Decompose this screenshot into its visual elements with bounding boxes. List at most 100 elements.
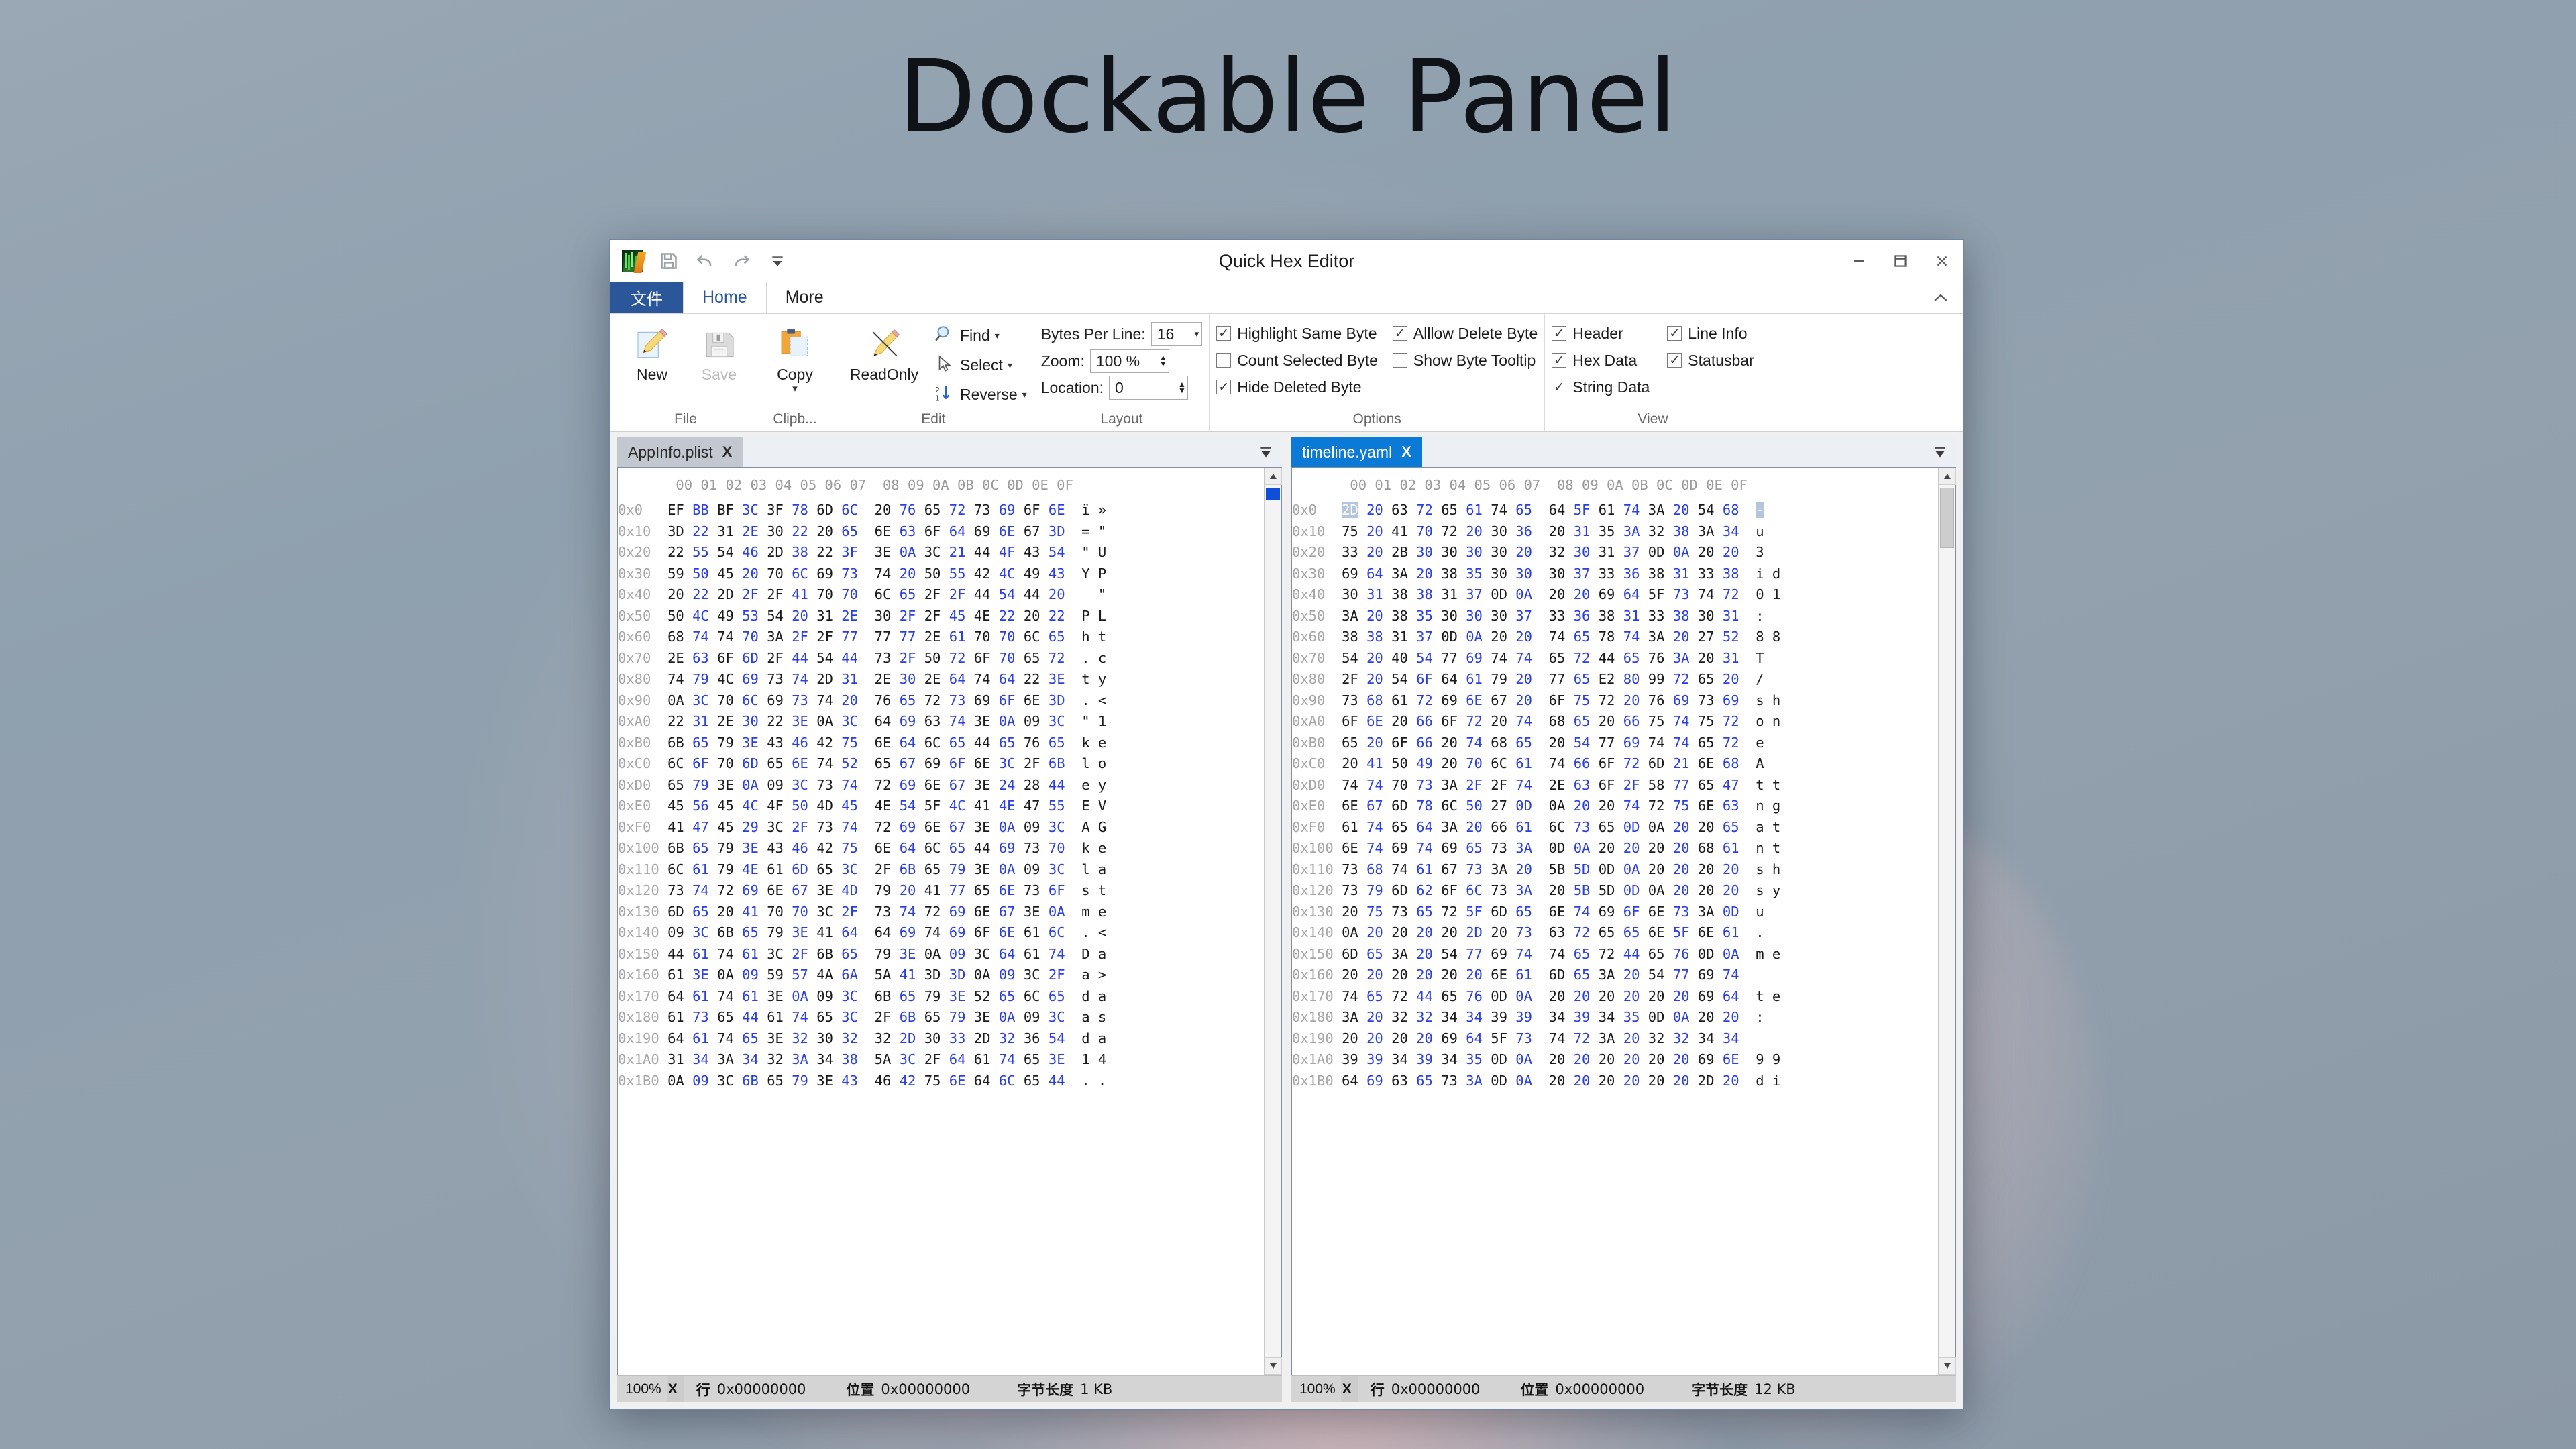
hex-byte[interactable]: 0D (1723, 904, 1739, 920)
hex-byte[interactable]: 74 (792, 671, 808, 687)
hex-byte[interactable]: 20 (1549, 988, 1566, 1004)
hex-byte[interactable]: 20 (1491, 629, 1507, 645)
hex-byte[interactable]: 33 (1698, 566, 1715, 582)
hex-byte[interactable]: 20 (1648, 1051, 1665, 1067)
hex-byte[interactable]: 6E (924, 777, 941, 793)
hex-byte[interactable]: 38 (841, 1051, 858, 1067)
hex-byte[interactable]: 72 (1723, 586, 1739, 602)
hex-row[interactable]: 0x170 64 61 74 61 3E 0A 09 3C 6B 65 79 3… (618, 986, 1264, 1008)
hex-row[interactable]: 0x80 74 79 4C 69 73 74 2D 31 2E 30 2E 64… (618, 669, 1264, 690)
hex-byte[interactable]: 5D (1599, 882, 1615, 898)
hex-byte[interactable]: 30 (1491, 566, 1507, 582)
hex-row[interactable]: 0x1B0 64 69 63 65 73 3A 0D 0A 20 20 20 2… (1292, 1071, 1938, 1092)
hex-byte[interactable]: 3C (924, 544, 941, 560)
hex-byte[interactable]: 6D (1491, 904, 1507, 920)
hex-byte[interactable]: 3A (1673, 650, 1690, 666)
hex-byte[interactable]: 4E (999, 798, 1016, 814)
checkbox-allow-delete-byte[interactable]: ✓ Alllow Delete Byte (1392, 321, 1538, 346)
hex-byte[interactable]: 69 (1698, 967, 1715, 983)
hex-byte[interactable]: 6D (667, 904, 684, 920)
hex-byte[interactable]: 3E (1024, 904, 1040, 920)
hex-byte[interactable]: 20 (1441, 735, 1458, 751)
hex-byte[interactable]: 4E (742, 861, 759, 877)
hex-byte[interactable]: 79 (1366, 882, 1383, 898)
hex-byte[interactable]: 64 (900, 735, 916, 751)
hex-byte[interactable]: 74 (875, 566, 892, 582)
hex-ascii[interactable]: d i (1756, 1073, 1780, 1089)
hex-byte[interactable]: 69 (1698, 988, 1715, 1004)
hex-byte[interactable]: 20 (1574, 586, 1591, 602)
hex-byte[interactable]: 6E (767, 882, 784, 898)
hex-byte[interactable]: 65 (1441, 502, 1458, 518)
hex-byte[interactable]: 65 (1599, 924, 1615, 941)
hex-byte[interactable]: 65 (1024, 1073, 1040, 1089)
hex-byte[interactable]: 64 (1466, 1030, 1483, 1046)
hex-row[interactable]: 0x110 6C 61 79 4E 61 6D 65 3C 2F 6B 65 7… (618, 859, 1264, 881)
hex-byte[interactable]: 56 (692, 798, 709, 814)
hex-byte[interactable]: 2F (1024, 755, 1040, 771)
hex-row[interactable]: 0xC0 6C 6F 70 6D 65 6E 74 52 65 67 69 6F… (618, 753, 1264, 775)
hex-byte[interactable]: 38 (1342, 629, 1358, 645)
hex-byte[interactable]: 65 (1049, 988, 1065, 1004)
hex-byte[interactable]: 3E (974, 861, 991, 877)
hex-byte[interactable]: 65 (1574, 967, 1591, 983)
hex-byte[interactable]: 3F (841, 544, 858, 560)
hex-byte[interactable]: 3A (1342, 608, 1358, 624)
hex-byte[interactable]: 45 (717, 819, 734, 835)
hex-byte[interactable]: 44 (792, 650, 808, 666)
hex-byte[interactable]: 20 (1648, 861, 1665, 877)
hex-byte[interactable]: 20 (1441, 924, 1458, 941)
hex-byte[interactable]: 45 (841, 798, 858, 814)
document-tab-timeline[interactable]: timeline.yaml X (1291, 437, 1422, 467)
hex-byte[interactable]: 3E (767, 988, 784, 1004)
hex-byte[interactable]: 6E (1466, 692, 1483, 708)
hex-byte[interactable]: 74 (667, 671, 684, 687)
hex-byte[interactable]: 3A (1623, 523, 1640, 539)
hex-byte[interactable]: 64 (949, 1051, 966, 1067)
hex-byte[interactable]: 73 (1024, 840, 1040, 856)
hex-byte[interactable]: 64 (949, 523, 966, 539)
hex-byte[interactable]: 99 (1648, 671, 1665, 687)
hex-byte[interactable]: 6C (1024, 988, 1040, 1004)
hex-byte[interactable]: 74 (999, 1051, 1016, 1067)
hex-byte[interactable]: 47 (1723, 777, 1739, 793)
hex-byte[interactable]: 77 (1466, 946, 1483, 962)
hex-ascii[interactable]: Y P (1081, 566, 1106, 582)
hex-byte[interactable]: 74 (1342, 988, 1358, 1004)
save-button[interactable]: Save (688, 318, 750, 382)
hex-byte[interactable]: 2D (1466, 924, 1483, 941)
hex-byte[interactable]: 3D (1049, 692, 1065, 708)
hex-byte[interactable]: 66 (1623, 713, 1640, 729)
hex-byte[interactable]: 30 (1491, 544, 1507, 560)
hex-byte[interactable]: 30 (1466, 544, 1483, 560)
hex-byte[interactable]: 24 (999, 777, 1016, 793)
hex-byte[interactable]: 30 (1416, 544, 1433, 560)
select-button[interactable]: Select ▾ (934, 350, 1027, 380)
hex-byte[interactable]: 75 (1366, 904, 1383, 920)
hex-byte[interactable]: 0A (999, 861, 1016, 877)
hex-byte[interactable]: 77 (841, 629, 858, 645)
hex-byte[interactable]: 61 (767, 1009, 784, 1025)
redo-icon[interactable] (729, 248, 754, 274)
hex-byte[interactable]: 65 (1698, 777, 1715, 793)
hex-byte[interactable]: 74 (1466, 735, 1483, 751)
hex-byte[interactable]: 69 (1623, 735, 1640, 751)
hex-ascii[interactable]: o n (1756, 713, 1780, 729)
hex-byte[interactable]: 20 (792, 608, 808, 624)
hex-byte[interactable]: 70 (717, 692, 734, 708)
hex-byte[interactable]: 61 (1723, 840, 1739, 856)
hex-byte[interactable]: 32 (1549, 544, 1566, 560)
hex-byte[interactable]: 20 (1366, 1009, 1383, 1025)
hex-byte[interactable]: 68 (1491, 735, 1507, 751)
hex-byte[interactable]: 73 (1515, 1030, 1532, 1046)
hex-byte[interactable]: 5B (1574, 882, 1591, 898)
hex-byte[interactable]: 70 (742, 629, 759, 645)
hex-byte[interactable]: 3E (1049, 1051, 1065, 1067)
hex-byte[interactable]: 54 (816, 650, 833, 666)
hex-byte[interactable]: 3C (792, 777, 808, 793)
hex-byte[interactable]: 20 (1366, 671, 1383, 687)
hex-byte[interactable]: 20 (1466, 523, 1483, 539)
hex-byte[interactable]: 61 (767, 861, 784, 877)
hex-byte[interactable]: 20 (1648, 988, 1665, 1004)
hex-byte[interactable]: 41 (816, 924, 833, 941)
